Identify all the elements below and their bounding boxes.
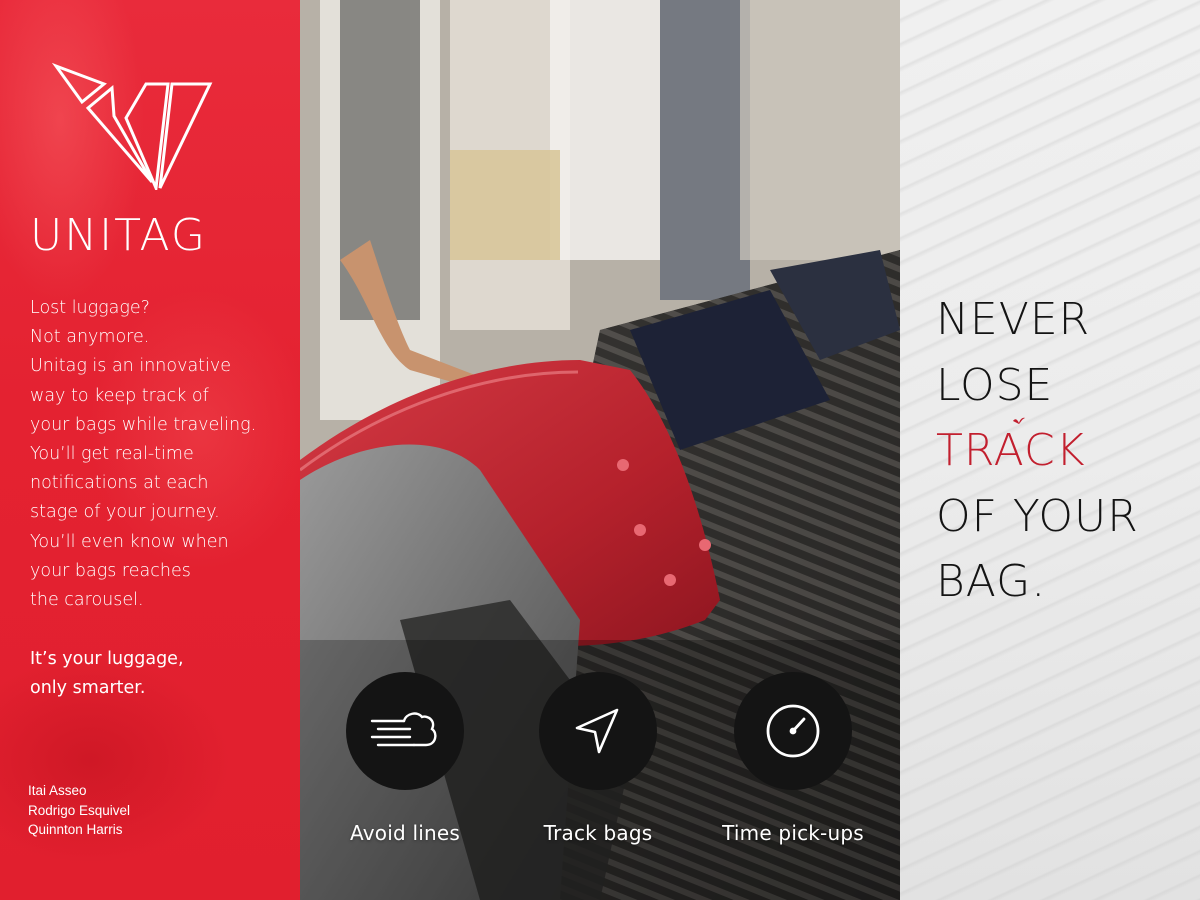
headline-accent-word: TRACK [936,425,1086,477]
feature-label: Track bags [543,821,653,845]
feature-icon-circle [346,672,464,790]
credits: Itai Asseo Rodrigo Esquivel Quinnton Har… [28,781,130,840]
intro-line: You’ll get real-time [30,444,194,465]
headline-line: OF YOUR [936,490,1139,542]
baggage-photo: Avoid lines Track bags Time pick-ups [300,0,900,900]
headline-accent-line: TRACK [936,417,1139,484]
intro-line: the carousel. [30,590,144,611]
brand-title: UNITAG [30,210,207,261]
headline: NEVER LOSE TRACK OF YOUR BAG. [936,287,1139,615]
feature-track-bags: Track bags [508,672,688,845]
feature-list: Avoid lines Track bags Time pick-ups [300,672,900,872]
navigation-arrow-icon [575,708,619,754]
feature-icon-circle [539,672,657,790]
headline-line: NEVER [936,294,1091,345]
intro-line: your bags while traveling. [30,414,257,435]
feature-icon-circle [734,672,852,790]
feature-label: Avoid lines [350,821,460,845]
wind-cloud-icon [370,712,437,747]
headline-line: BAG. [936,556,1047,608]
bird-icon [1013,417,1025,425]
intro-line: notifications at each [30,473,209,494]
credit-name: Itai Asseo [28,783,87,798]
feature-time-pickups: Time pick-ups [703,672,883,845]
feature-avoid-lines: Avoid lines [315,672,495,845]
brand-panel: UNITAG Lost luggage? Not anymore. Unitag… [0,0,300,900]
tagline-line: It’s your luggage, [30,649,184,669]
headline-line: LOSE [936,359,1054,411]
feature-label: Time pick-ups [722,821,864,845]
tagline: It’s your luggage, only smarter. [30,645,184,703]
unitag-logo-icon [52,62,213,190]
intro-text: Lost luggage? Not anymore. Unitag is an … [30,294,292,615]
intro-line: your bags reaches [30,560,191,581]
tagline-line: only smarter. [30,678,146,698]
intro-line: way to keep track of [30,385,209,406]
headline-panel: NEVER LOSE TRACK OF YOUR BAG. [900,0,1200,900]
intro-line: Unitag is an innovative [30,356,232,377]
intro-line: You’ll even know when [30,531,229,552]
gauge-icon [766,704,820,758]
credit-name: Quinnton Harris [28,822,123,837]
intro-line: stage of your journey. [30,502,220,523]
credit-name: Rodrigo Esquivel [28,802,131,818]
intro-line: Lost luggage? [30,298,150,318]
intro-line: Not anymore. [30,327,150,348]
